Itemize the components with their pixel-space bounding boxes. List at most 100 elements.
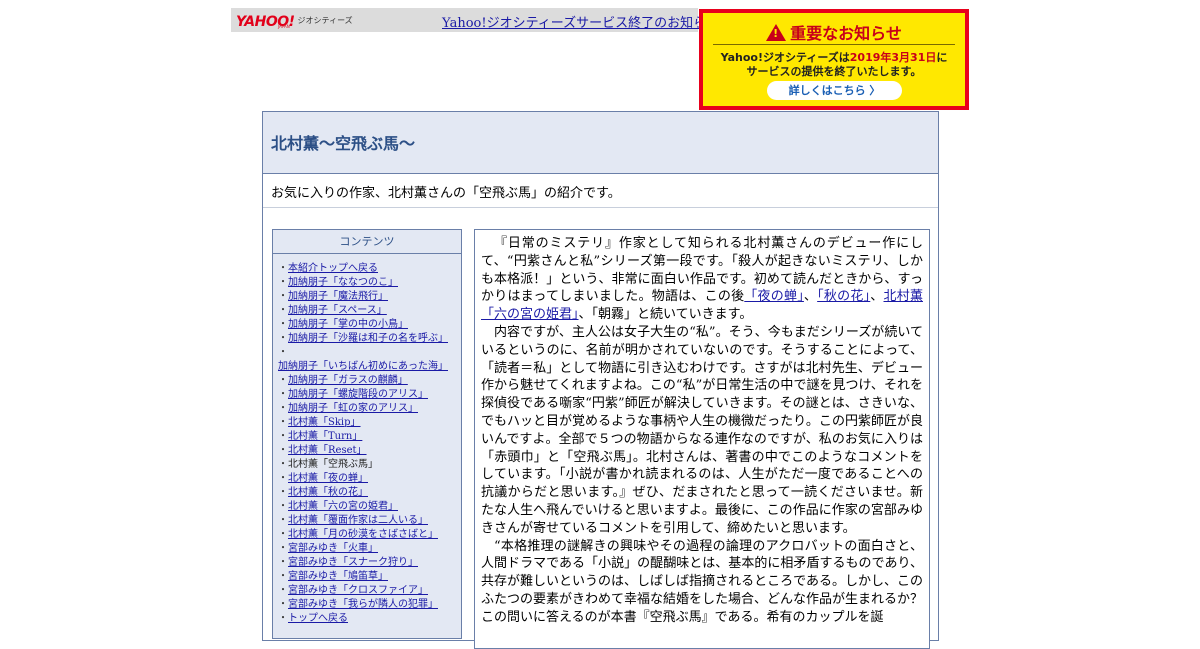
- sidebar-item[interactable]: ・加納朋子「螺旋階段のアリス」: [278, 388, 457, 402]
- sidebar-header: コンテンツ: [273, 230, 461, 254]
- notice-line1-a: Yahoo!ジオシティーズは: [720, 51, 850, 64]
- article-p1-text-b: 、「朝霧」と続いていきます。: [578, 307, 753, 323]
- notice-title-text: 重要なお知らせ: [790, 24, 902, 43]
- sidebar-item-link[interactable]: 宮部みゆき「鳩笛草」: [288, 571, 388, 582]
- sidebar-item-link[interactable]: 北村薫「Turn」: [288, 431, 362, 442]
- bullet-icon: ・: [278, 319, 288, 330]
- sidebar-item[interactable]: ・加納朋子「スペース」: [278, 304, 457, 318]
- bullet-icon: ・: [278, 445, 288, 456]
- sidebar-item[interactable]: ・北村薫「秋の花」: [278, 486, 457, 500]
- article-paragraph-2: 内容ですが、主人公は女子大生の“私”。そう、今もまだシリーズが続いているというの…: [481, 324, 923, 536]
- bullet-icon: ・: [278, 599, 288, 610]
- bullet-icon: ・: [278, 375, 288, 386]
- sidebar-item-link[interactable]: トップへ戻る: [288, 613, 348, 624]
- warning-icon: [766, 24, 787, 41]
- notice-end-date: 2019年3月31日: [849, 51, 937, 64]
- bullet-icon: ・: [278, 347, 288, 358]
- bullet-icon: ・: [278, 501, 288, 512]
- bullet-icon: ・: [278, 403, 288, 414]
- sidebar-item[interactable]: ・北村薫「Reset」: [278, 444, 457, 458]
- notice-title: 重要なお知らせ: [703, 20, 965, 44]
- bullet-icon: ・: [278, 305, 288, 316]
- sidebar-item-link[interactable]: 加納朋子「螺旋階段のアリス」: [288, 389, 428, 400]
- bullet-icon: ・: [278, 487, 288, 498]
- sidebar-item-link[interactable]: 加納朋子「魔法飛行」: [288, 291, 388, 302]
- sidebar-item-link[interactable]: 北村薫「夜の蝉」: [288, 473, 368, 484]
- sidebar-item[interactable]: ・北村薫「覆面作家は二人いる」: [278, 514, 457, 528]
- sidebar-item[interactable]: ・宮部みゆき「火車」: [278, 542, 457, 556]
- sidebar-item[interactable]: ・宮部みゆき「クロスファイア」: [278, 584, 457, 598]
- sidebar-item-link[interactable]: 北村薫「Reset」: [288, 445, 367, 456]
- sidebar-item-link[interactable]: 加納朋子「スペース」: [288, 305, 387, 316]
- yahoo-geocities-logo[interactable]: YAHOO! ジオシティーズ JAPAN: [236, 11, 353, 30]
- link-yoru-no-semi[interactable]: 「夜の蝉」: [744, 289, 804, 304]
- service-end-notice-link[interactable]: Yahoo!ジオシティーズサービス終了のお知らせ: [442, 12, 719, 31]
- bullet-icon: ・: [278, 333, 288, 344]
- sidebar-item[interactable]: ・加納朋子「いちばん初めにあった海」: [278, 346, 457, 374]
- sidebar-item-link[interactable]: 宮部みゆき「クロスファイア」: [288, 585, 428, 596]
- bullet-icon: ・: [278, 571, 288, 582]
- sidebar-item[interactable]: ・北村薫「六の宮の姫君」: [278, 500, 457, 514]
- sidebar-item[interactable]: ・宮部みゆき「鳩笛草」: [278, 570, 457, 584]
- sidebar-item[interactable]: ・加納朋子「ななつのこ」: [278, 276, 457, 290]
- logo-japan-text: JAPAN: [278, 24, 290, 29]
- bullet-icon: ・: [278, 515, 288, 526]
- sidebar-item[interactable]: ・宮部みゆき「スナーク狩り」: [278, 556, 457, 570]
- sidebar-item-link[interactable]: 宮部みゆき「火車」: [288, 543, 378, 554]
- link-aki-no-hana[interactable]: 「秋の花」: [817, 289, 870, 304]
- sidebar-item-link[interactable]: 本紹介トップへ戻る: [288, 263, 378, 274]
- bullet-icon: ・: [278, 277, 288, 288]
- bullet-icon: ・: [278, 417, 288, 428]
- sidebar-item[interactable]: ・北村薫「Turn」: [278, 430, 457, 444]
- bullet-icon: ・: [278, 291, 288, 302]
- article-body: 『日常のミステリ』作家として知られる北村薫さんのデビュー作にして、“円紫さんと私…: [475, 230, 929, 627]
- bullet-icon: ・: [278, 585, 288, 596]
- sidebar-item[interactable]: ・加納朋子「虹の家のアリス」: [278, 402, 457, 416]
- bullet-icon: ・: [278, 613, 288, 624]
- notice-details-button[interactable]: 詳しくはこちら 〉: [767, 81, 902, 100]
- sidebar-item-current: 北村薫「空飛ぶ馬」: [288, 459, 378, 470]
- sidebar-item-link[interactable]: 北村薫「月の砂漠をさばさばと」: [288, 529, 438, 540]
- sidebar-item[interactable]: ・本紹介トップへ戻る: [278, 262, 457, 276]
- sidebar-item-link[interactable]: 加納朋子「ななつのこ」: [288, 277, 398, 288]
- sidebar-item: ・北村薫「空飛ぶ馬」: [278, 458, 457, 472]
- sidebar-item-link[interactable]: 加納朋子「ガラスの麒麟」: [288, 375, 408, 386]
- article-paragraph-1: 『日常のミステリ』作家として知られる北村薫さんのデビュー作にして、“円紫さんと私…: [481, 235, 923, 324]
- sidebar-item-link[interactable]: 北村薫「六の宮の姫君」: [288, 501, 398, 512]
- page-title: 北村薫～空飛ぶ馬～: [271, 134, 416, 153]
- bullet-icon: ・: [278, 459, 288, 470]
- sidebar-item-link[interactable]: 加納朋子「虹の家のアリス」: [288, 403, 418, 414]
- sidebar-item[interactable]: ・北村薫「夜の蝉」: [278, 472, 457, 486]
- title-panel: 北村薫～空飛ぶ馬～: [263, 112, 938, 174]
- article-p1-sep2: 、: [870, 289, 884, 305]
- bullet-icon: ・: [278, 431, 288, 442]
- sidebar-item[interactable]: ・加納朋子「沙羅は和子の名を呼ぶ」: [278, 332, 457, 346]
- sidebar-item-link[interactable]: 宮部みゆき「スナーク狩り」: [288, 557, 418, 568]
- sidebar-item[interactable]: ・トップへ戻る: [278, 612, 457, 626]
- contents-sidebar: コンテンツ ・本紹介トップへ戻る ・加納朋子「ななつのこ」 ・加納朋子「魔法飛行」・…: [272, 229, 462, 639]
- sidebar-item-link[interactable]: 加納朋子「掌の中の小鳥」: [288, 319, 408, 330]
- sidebar-item-link[interactable]: 加納朋子「いちばん初めにあった海」: [278, 361, 448, 372]
- article-paragraph-3: “本格推理の謎解きの興味やその過程の論理のアクロバットの面白さと、人間ドラマであ…: [481, 538, 929, 625]
- sidebar-item-link[interactable]: 加納朋子「沙羅は和子の名を呼ぶ」: [288, 333, 448, 344]
- sidebar-item[interactable]: ・北村薫「Skip」: [278, 416, 457, 430]
- intro-divider: [263, 207, 938, 208]
- notice-line2: サービスの提供を終了いたします。: [746, 65, 922, 78]
- sidebar-item-link[interactable]: 宮部みゆき「我らが隣人の犯罪」: [288, 599, 438, 610]
- sidebar-item[interactable]: ・宮部みゆき「我らが隣人の犯罪」: [278, 598, 457, 612]
- sidebar-item-link[interactable]: 北村薫「覆面作家は二人いる」: [288, 515, 428, 526]
- notice-line1-b: に: [936, 51, 948, 64]
- sidebar-item-link[interactable]: 北村薫「Skip」: [288, 417, 361, 428]
- sidebar-item[interactable]: ・加納朋子「ガラスの麒麟」: [278, 374, 457, 388]
- sidebar-item[interactable]: ・北村薫「月の砂漠をさばさばと」: [278, 528, 457, 542]
- bullet-icon: ・: [278, 473, 288, 484]
- important-notice-banner[interactable]: 重要なお知らせ Yahoo!ジオシティーズは2019年3月31日に サービスの提…: [699, 9, 969, 110]
- sidebar-item-link[interactable]: 北村薫「秋の花」: [288, 487, 368, 498]
- bullet-icon: ・: [278, 529, 288, 540]
- page-frame: 北村薫～空飛ぶ馬～ お気に入りの作家、北村薫さんの「空飛ぶ馬」の紹介です。 コン…: [262, 111, 939, 649]
- notice-body: Yahoo!ジオシティーズは2019年3月31日に サービスの提供を終了いたしま…: [707, 51, 961, 79]
- sidebar-item[interactable]: ・加納朋子「掌の中の小鳥」: [278, 318, 457, 332]
- sidebar-item[interactable]: ・加納朋子「魔法飛行」: [278, 290, 457, 304]
- logo-geocities-text: ジオシティーズ: [297, 16, 353, 25]
- notice-divider: [713, 44, 955, 45]
